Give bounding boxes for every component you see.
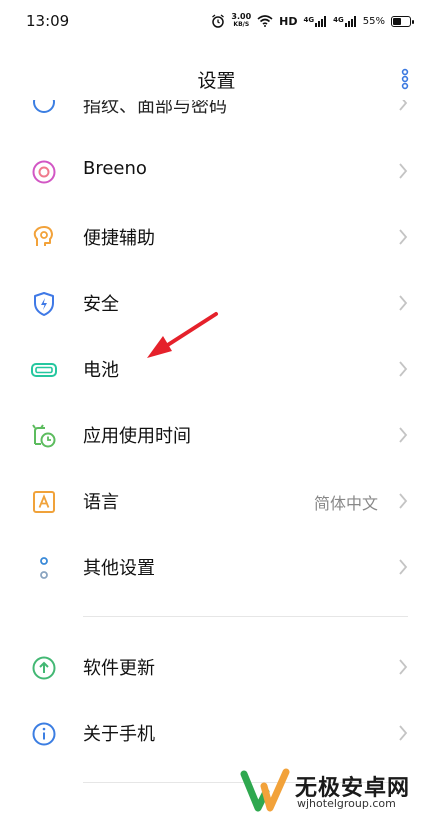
list-item-about-phone[interactable]: 关于手机 — [0, 700, 433, 766]
signal-bars-icon — [344, 15, 356, 27]
watermark-logo-icon — [240, 768, 290, 812]
title-bar: 设置 — [0, 56, 433, 100]
language-icon — [33, 491, 55, 513]
list-item-other-settings[interactable]: 其他设置 — [0, 534, 433, 600]
list-item-language[interactable]: 语言 简体中文 — [0, 468, 433, 534]
list-item-label: 应用使用时间 — [83, 426, 191, 447]
other-settings-icon — [40, 557, 48, 579]
about-phone-icon — [32, 722, 56, 746]
wifi-icon — [257, 15, 273, 27]
watermark-url: wjhotelgroup.com — [297, 797, 396, 810]
info-icon — [33, 100, 55, 113]
speed-value: 3.00 — [231, 12, 252, 21]
chevron-right-icon — [399, 100, 408, 111]
list-item-breeno[interactable]: Breeno — [0, 138, 433, 204]
page-title: 设置 — [197, 70, 236, 92]
list-item-accessibility[interactable]: 便捷辅助 — [0, 204, 433, 270]
list-item-label: 安全 — [83, 294, 119, 315]
list-item-app-usage-time[interactable]: 应用使用时间 — [0, 402, 433, 468]
chevron-right-icon — [399, 725, 408, 741]
list-item-label: 电池 — [83, 360, 119, 381]
hd-indicator: HD — [279, 14, 298, 28]
list-item-software-update[interactable]: 软件更新 — [0, 634, 433, 700]
signal-bars-icon — [315, 15, 327, 27]
list-item-security[interactable]: 安全 — [0, 270, 433, 336]
network-type-2: 4G — [333, 15, 344, 24]
list-item-label: 关于手机 — [83, 724, 155, 745]
chevron-right-icon — [399, 229, 408, 245]
list-item-label: 便捷辅助 — [83, 228, 155, 249]
chevron-right-icon — [399, 163, 408, 179]
list-item-label: Breeno — [83, 158, 147, 179]
list-item-battery[interactable]: 电池 — [0, 336, 433, 402]
accessibility-icon — [33, 226, 53, 246]
list-item-label: 其他设置 — [83, 558, 155, 579]
software-update-icon — [32, 656, 56, 680]
chevron-right-icon — [399, 493, 408, 509]
status-icons: 3.00 KB/S HD 4G 4G 55% — [211, 11, 414, 31]
chevron-right-icon — [399, 295, 408, 311]
chevron-right-icon — [399, 559, 408, 575]
signal-1: 4G — [303, 15, 328, 27]
battery-status-icon — [391, 15, 414, 27]
list-item-label: 软件更新 — [83, 658, 155, 679]
status-bar: 13:09 3.00 KB/S HD 4G 4G 55% — [0, 0, 433, 44]
list-item-label: 语言 — [83, 492, 119, 513]
security-shield-icon — [34, 292, 54, 316]
more-options-button[interactable] — [395, 64, 415, 94]
list-item-label: 指纹、面部与密码 — [83, 100, 227, 117]
app-usage-time-icon — [32, 424, 56, 448]
chevron-right-icon — [399, 361, 408, 377]
list-item-partial[interactable]: 指纹、面部与密码 — [0, 100, 433, 118]
battery-percent: 55% — [362, 15, 385, 27]
alarm-icon — [212, 14, 225, 28]
watermark: 无极安卓网 wjhotelgroup.com — [240, 766, 430, 814]
signal-2: 4G — [333, 15, 357, 27]
breeno-icon — [32, 160, 56, 184]
more-vertical-icon — [401, 68, 409, 90]
network-speed: 3.00 KB/S — [231, 13, 251, 29]
chevron-right-icon — [399, 659, 408, 675]
status-time: 13:09 — [26, 12, 70, 30]
speed-unit: KB/S — [233, 21, 250, 28]
language-current-value: 简体中文 — [313, 494, 378, 513]
network-type-1: 4G — [303, 15, 315, 24]
chevron-right-icon — [399, 427, 408, 443]
battery-icon — [31, 363, 57, 377]
section-divider — [83, 616, 408, 617]
